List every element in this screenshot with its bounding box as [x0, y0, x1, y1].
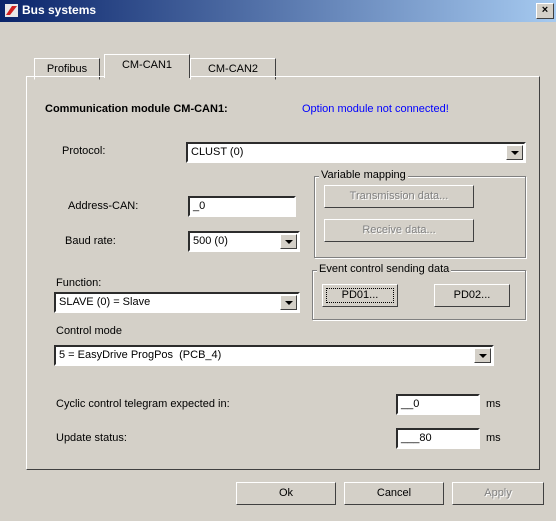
control-mode-select[interactable]: 5 = EasyDrive ProgPos (PCB_4) — [54, 345, 494, 366]
receive-data-button[interactable]: Receive data... — [324, 219, 474, 242]
ok-button[interactable]: Ok — [236, 482, 336, 505]
address-input[interactable]: _0 — [188, 196, 296, 217]
update-label: Update status: — [56, 432, 127, 444]
protocol-select[interactable]: CLUST (0) — [186, 142, 526, 163]
window-title: Bus systems — [22, 3, 97, 17]
control-mode-label: Control mode — [56, 325, 123, 337]
chevron-down-icon[interactable] — [474, 348, 491, 363]
app-icon — [5, 4, 18, 17]
protocol-value: CLUST (0) — [191, 146, 244, 158]
pd02-button[interactable]: PD02... — [434, 284, 510, 307]
function-label: Function: — [56, 277, 102, 289]
focus-ring — [326, 288, 394, 303]
tab-cm-can1[interactable]: CM-CAN1 — [104, 54, 190, 78]
transmission-data-button[interactable]: Transmission data... — [324, 185, 474, 208]
cyclic-unit: ms — [486, 398, 501, 410]
pd01-button[interactable]: PD01... — [322, 284, 398, 307]
cyclic-label: Cyclic control telegram expected in: — [56, 398, 230, 410]
close-button[interactable]: × — [536, 3, 554, 19]
module-status: Option module not connected! — [302, 103, 449, 115]
baud-label: Baud rate: — [65, 235, 116, 247]
event-control-title: Event control sending data — [317, 263, 452, 275]
function-value: SLAVE (0) = Slave — [59, 296, 151, 308]
cyclic-input[interactable]: __0 — [396, 394, 480, 415]
apply-button[interactable]: Apply — [452, 482, 544, 505]
update-input[interactable]: ___80 — [396, 428, 480, 449]
address-label: Address-CAN: — [68, 200, 139, 212]
baud-value: 500 (0) — [193, 235, 228, 247]
baud-select[interactable]: 500 (0) — [188, 231, 300, 252]
module-heading: Communication module CM-CAN1: — [45, 103, 228, 115]
protocol-label: Protocol: — [62, 145, 106, 157]
chevron-down-icon[interactable] — [280, 295, 297, 310]
variable-mapping-title: Variable mapping — [319, 169, 408, 181]
chevron-down-icon[interactable] — [506, 145, 523, 160]
control-mode-value: 5 = EasyDrive ProgPos (PCB_4) — [59, 349, 222, 361]
chevron-down-icon[interactable] — [280, 234, 297, 249]
cancel-button[interactable]: Cancel — [344, 482, 444, 505]
update-unit: ms — [486, 432, 501, 444]
function-select[interactable]: SLAVE (0) = Slave — [54, 292, 300, 313]
